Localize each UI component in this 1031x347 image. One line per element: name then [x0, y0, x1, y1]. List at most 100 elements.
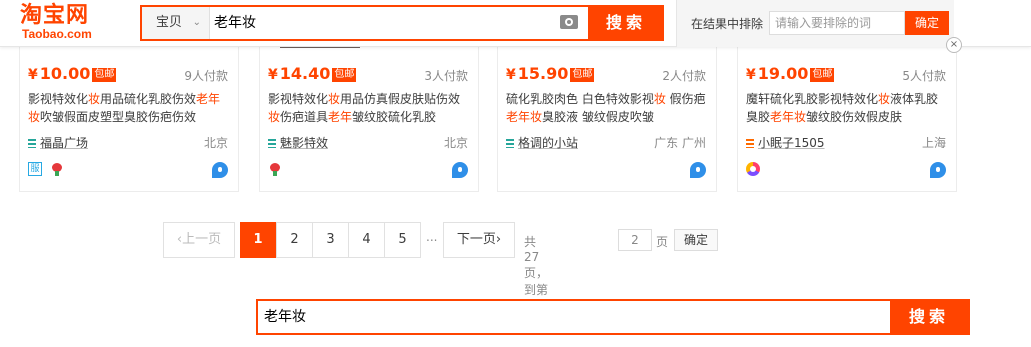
logo-english-text: Taobao.com: [22, 27, 92, 41]
product-card[interactable]: ¥10.00 包邮 9人付款 影视特效化妆用品硫化乳胶伤效老年妆吹皱假面皮塑型臭胶…: [19, 30, 239, 192]
product-card[interactable]: ¥14.40 包邮 3人付款 影视特效化妆用品仿真假皮肤贴伤效妆伤疤道具老年皱纹胶…: [259, 30, 479, 192]
buyer-count: 5人付款: [902, 69, 946, 83]
wangwang-chat-icon[interactable]: [690, 162, 706, 178]
title-text: 皱纹胶硫化乳胶: [352, 110, 437, 124]
title-text: 硫化乳胶肉色 白色特效影视: [506, 92, 654, 106]
shop-icon: [268, 139, 276, 148]
seller-location: 北京: [443, 136, 468, 150]
exclude-confirm-button[interactable]: 确定: [905, 11, 949, 35]
search-results-page: 淘宝网 Taobao.com 宝贝 ⌄ 老年妆 搜索 在结果中排除 请输入要排除…: [0, 0, 1031, 347]
prev-page-button[interactable]: ‹上一页: [163, 222, 235, 258]
title-keyword-highlight: 妆: [88, 92, 101, 106]
product-title[interactable]: 魔轩硫化乳胶影视特效化妆液体乳胶臭胶老年妆皱纹胶伤效假皮肤: [746, 90, 950, 126]
title-keyword-highlight: 妆: [268, 110, 281, 124]
search-scope-select[interactable]: 宝贝 ⌄: [142, 7, 210, 39]
free-shipping-badge: 包邮: [810, 68, 835, 82]
product-price: ¥10.00 包邮: [28, 64, 117, 83]
goto-page-input[interactable]: 2: [618, 229, 652, 251]
pagination-ellipsis: ...: [426, 230, 438, 244]
buyer-count: 9人付款: [184, 69, 228, 83]
title-text: 用品仿真假皮肤贴伤效: [340, 92, 461, 106]
close-icon[interactable]: ×: [946, 37, 962, 53]
search-input[interactable]: 老年妆: [214, 7, 256, 39]
product-title[interactable]: 硫化乳胶肉色 白色特效影视妆 假伤疤 老年妆臭胶液 皱纹假皮吹皱: [506, 90, 710, 126]
free-shipping-badge: 包邮: [570, 68, 595, 82]
title-keyword-highlight: 老年: [328, 110, 353, 124]
buyer-count: 3人付款: [424, 69, 468, 83]
chevron-right-icon: ›: [495, 232, 502, 247]
page-number[interactable]: 5: [384, 222, 421, 258]
search-button[interactable]: 搜索: [588, 7, 664, 39]
page-number[interactable]: 1: [240, 222, 276, 258]
title-keyword-highlight: 妆: [328, 92, 341, 106]
exclude-label: 在结果中排除: [691, 17, 764, 31]
exclude-input[interactable]: 请输入要排除的词: [769, 11, 905, 35]
product-grid: ¥10.00 包邮 9人付款 影视特效化妆用品硫化乳胶伤效老年妆吹皱假面皮塑型臭胶…: [19, 30, 959, 192]
title-keyword-highlight: 妆: [530, 110, 543, 124]
title-keyword-highlight: 妆: [794, 110, 807, 124]
camera-icon[interactable]: [560, 15, 578, 29]
seller-location: 广东 广州: [654, 136, 706, 150]
free-shipping-badge: 包邮: [332, 68, 357, 82]
bottom-search-box: 老年妆 搜索: [256, 299, 970, 335]
shop-link[interactable]: 格调的小站: [506, 134, 578, 151]
page-unit-label: 页: [656, 235, 669, 249]
service-badges: [268, 162, 282, 178]
title-text: 伤疤道具: [280, 110, 329, 124]
seller-location: 北京: [203, 136, 228, 150]
service-badges: [746, 162, 760, 178]
flower-icon: [268, 162, 282, 176]
buyer-count: 2人付款: [662, 69, 706, 83]
product-card[interactable]: ¥19.00 包邮 5人付款 魔轩硫化乳胶影视特效化妆液体乳胶臭胶老年妆皱纹胶伤效…: [737, 30, 957, 192]
search-box: 宝贝 ⌄ 老年妆 搜索: [140, 5, 664, 41]
title-keyword-highlight: 老年: [196, 92, 221, 106]
title-text: 影视特效化: [268, 92, 329, 106]
shop-link[interactable]: 魅影特效: [268, 134, 328, 151]
service-badges: 服: [28, 162, 64, 178]
title-keyword-highlight: 老年: [506, 110, 531, 124]
title-text: 吹皱假面皮塑型臭胶伤疤伤效: [40, 110, 197, 124]
page-number[interactable]: 4: [348, 222, 385, 258]
wangwang-chat-icon[interactable]: [930, 162, 946, 178]
free-shipping-badge: 包邮: [92, 68, 117, 82]
shop-link[interactable]: 福晶广场: [28, 134, 88, 151]
page-number[interactable]: 3: [312, 222, 349, 258]
product-title[interactable]: 影视特效化妆用品硫化乳胶伤效老年妆吹皱假面皮塑型臭胶伤疤伤效: [28, 90, 232, 126]
total-pages-text: 共 27 页，到第: [524, 235, 549, 297]
bottom-search-input[interactable]: 老年妆: [264, 301, 306, 333]
title-keyword-highlight: 妆: [653, 92, 666, 106]
shop-icon: [28, 139, 36, 148]
seller-location: 上海: [921, 136, 946, 150]
product-price: ¥15.90 包邮: [506, 64, 595, 83]
exclude-panel: 在结果中排除 请输入要排除的词 确定: [676, 0, 954, 47]
title-text: 用品硫化乳胶伤效: [100, 92, 197, 106]
flower-icon: [50, 162, 64, 176]
shop-icon: [506, 139, 514, 148]
bottom-search-button[interactable]: 搜索: [890, 301, 968, 333]
scope-label: 宝贝: [156, 15, 183, 30]
sticky-search-header: 淘宝网 Taobao.com 宝贝 ⌄ 老年妆 搜索 在结果中排除 请输入要排除…: [0, 0, 1031, 47]
shop-link[interactable]: 小眠子1505: [746, 134, 825, 151]
wangwang-chat-icon[interactable]: [212, 162, 228, 178]
goto-page-confirm-button[interactable]: 确定: [674, 229, 718, 251]
page-number[interactable]: 2: [276, 222, 313, 258]
logo-chinese-text: 淘宝网: [20, 3, 90, 28]
product-title[interactable]: 影视特效化妆用品仿真假皮肤贴伤效妆伤疤道具老年皱纹胶硫化乳胶: [268, 90, 472, 126]
title-text: 魔轩硫化乳胶影视特效化: [746, 92, 879, 106]
title-text: 影视特效化: [28, 92, 89, 106]
service-square-icon: 服: [28, 162, 42, 176]
next-page-button[interactable]: 下一页›: [443, 222, 515, 258]
chevron-down-icon: ⌄: [192, 17, 201, 28]
title-keyword-highlight: 妆: [878, 92, 891, 106]
title-keyword-highlight: 妆: [28, 110, 41, 124]
product-price: ¥19.00 包邮: [746, 64, 835, 83]
shop-icon: [746, 139, 754, 148]
product-card[interactable]: ¥15.90 包邮 2人付款 硫化乳胶肉色 白色特效影视妆 假伤疤 老年妆臭胶液 …: [497, 30, 717, 192]
title-text: 假伤疤: [665, 92, 706, 106]
wangwang-chat-icon[interactable]: [452, 162, 468, 178]
title-text: 皱纹胶伤效假皮肤: [806, 110, 903, 124]
title-keyword-highlight: 老年: [770, 110, 795, 124]
taobao-logo[interactable]: 淘宝网 Taobao.com: [20, 4, 120, 42]
title-text: 臭胶液 皱纹假皮吹皱: [542, 110, 654, 124]
swirl-logo-icon: [746, 162, 760, 176]
